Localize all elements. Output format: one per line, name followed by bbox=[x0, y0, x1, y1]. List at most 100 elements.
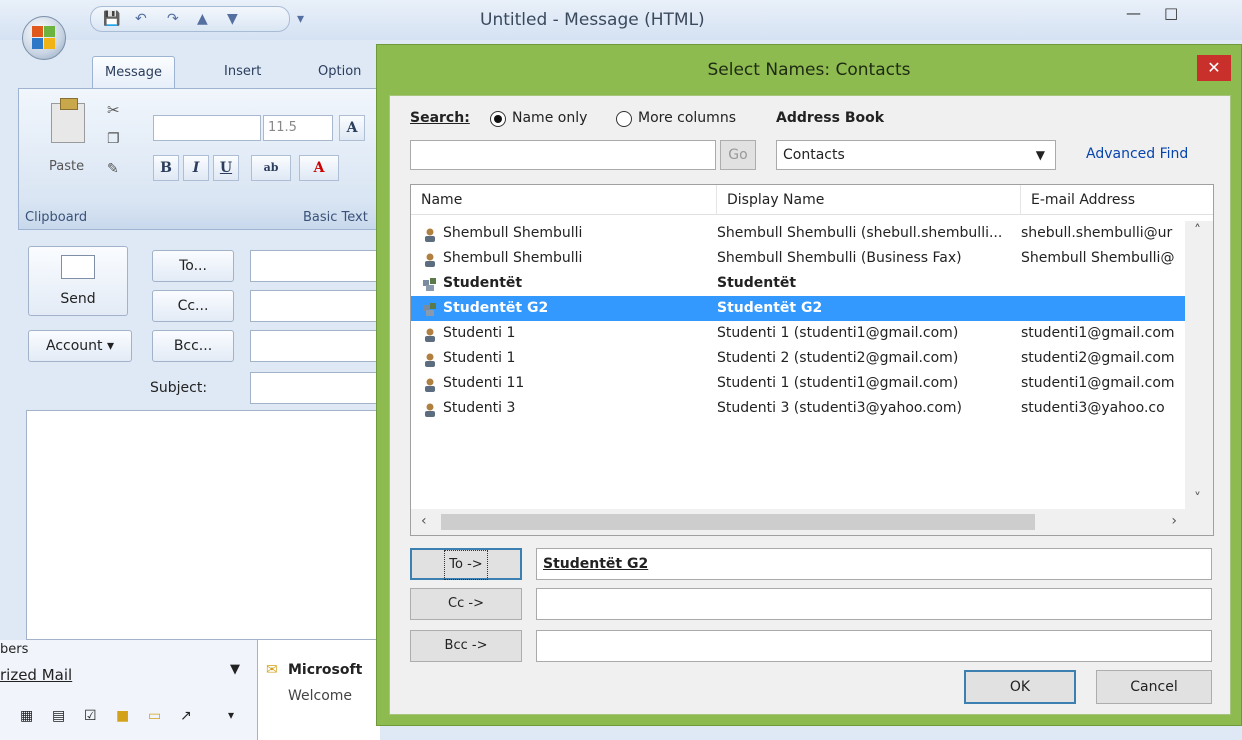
chevron-down-icon: ▾ bbox=[106, 338, 114, 354]
scroll-up-icon[interactable]: ˄ bbox=[1194, 223, 1201, 239]
to-recipient-button[interactable]: To -> bbox=[410, 548, 522, 580]
table-row[interactable]: Studentët G2 Studentët G2 bbox=[411, 296, 1185, 321]
redo-icon[interactable]: ↷ bbox=[167, 11, 179, 27]
cell-display: Studenti 2 (studenti2@gmail.com) bbox=[717, 350, 959, 366]
cell-email: studenti2@gmail.com bbox=[1021, 350, 1175, 366]
calendar-icon[interactable]: ▦ bbox=[20, 708, 33, 724]
dialog-title: Select Names: Contacts bbox=[707, 60, 911, 80]
cell-display: Studentët G2 bbox=[717, 300, 823, 316]
bcc-button[interactable]: Bcc... bbox=[152, 330, 234, 362]
table-row[interactable]: Studenti 1 Studenti 2 (studenti2@gmail.co… bbox=[411, 346, 1185, 371]
ok-button[interactable]: OK bbox=[964, 670, 1076, 704]
notes-icon[interactable]: ■ bbox=[116, 708, 129, 724]
dialog-body: Search: Name only More columns Address B… bbox=[389, 95, 1231, 715]
table-row[interactable]: Shembull Shembulli Shembull Shembulli (Bu… bbox=[411, 246, 1185, 271]
cell-display: Studentët bbox=[717, 275, 797, 291]
column-header-name[interactable]: Name bbox=[411, 185, 717, 215]
maximize-icon[interactable]: □ bbox=[1164, 4, 1178, 22]
table-header: Name Display Name E-mail Address bbox=[411, 185, 1213, 215]
table-row[interactable]: Studenti 3 Studenti 3 (studenti3@yahoo.co… bbox=[411, 396, 1185, 421]
folder-icon[interactable]: ▭ bbox=[148, 708, 161, 724]
account-label: Account bbox=[45, 338, 103, 354]
highlight-icon[interactable]: ab bbox=[251, 155, 291, 181]
horizontal-scroll-thumb[interactable] bbox=[441, 514, 1035, 530]
select-names-dialog: Select Names: Contacts ✕ Search: Name on… bbox=[376, 44, 1242, 726]
advanced-find-link[interactable]: Advanced Find bbox=[1086, 146, 1188, 162]
table-row[interactable]: Shembull Shembulli Shembull Shembulli (sh… bbox=[411, 221, 1185, 246]
shortcuts-icon[interactable]: ↗ bbox=[180, 708, 192, 724]
cell-name: Shembull Shembulli bbox=[443, 250, 583, 266]
minimize-icon[interactable]: — bbox=[1126, 4, 1141, 22]
send-button[interactable]: Send bbox=[28, 246, 128, 316]
cell-display: Shembull Shembulli (shebull.shembulli... bbox=[717, 225, 1003, 241]
contact-person-icon bbox=[423, 376, 437, 392]
folder-dropdown-icon[interactable]: ▼ bbox=[230, 662, 240, 677]
cut-icon[interactable]: ✂ bbox=[107, 101, 120, 119]
cell-name: Shembull Shembulli bbox=[443, 225, 583, 241]
name-only-label[interactable]: Name only bbox=[512, 110, 587, 126]
paste-label[interactable]: Paste bbox=[49, 159, 84, 174]
bcc-recipient-button[interactable]: Bcc -> bbox=[410, 630, 522, 662]
bold-icon[interactable]: B bbox=[153, 155, 179, 181]
to-button[interactable]: To... bbox=[152, 250, 234, 282]
mail-preview[interactable]: Welcome bbox=[288, 688, 352, 704]
mail-sender[interactable]: Microsoft bbox=[288, 662, 362, 678]
cell-display: Studenti 1 (studenti1@gmail.com) bbox=[717, 325, 959, 341]
tab-options[interactable]: Option bbox=[306, 56, 373, 88]
cc-recipients-field[interactable] bbox=[536, 588, 1212, 620]
font-size-box[interactable]: 11.5 bbox=[263, 115, 333, 141]
folder-item[interactable]: rized Mail bbox=[0, 666, 72, 684]
font-color-icon[interactable]: A bbox=[299, 155, 339, 181]
account-button[interactable]: Account ▾ bbox=[28, 330, 132, 362]
message-body[interactable] bbox=[26, 410, 398, 640]
clipboard-group-label: Clipboard bbox=[25, 210, 88, 225]
cc-recipient-button[interactable]: Cc -> bbox=[410, 588, 522, 620]
scroll-down-icon[interactable]: ˅ bbox=[1194, 491, 1201, 507]
horizontal-scrollbar[interactable]: ‹ › bbox=[411, 509, 1213, 535]
scroll-left-icon[interactable]: ‹ bbox=[421, 513, 427, 529]
address-book-select[interactable]: Contacts ▼ bbox=[776, 140, 1056, 170]
cc-button[interactable]: Cc... bbox=[152, 290, 234, 322]
office-button[interactable] bbox=[22, 16, 66, 60]
underline-icon[interactable]: U bbox=[213, 155, 239, 181]
contact-person-icon bbox=[423, 401, 437, 417]
table-row[interactable]: Studenti 11 Studenti 1 (studenti1@gmail.c… bbox=[411, 371, 1185, 396]
up-arrow-icon[interactable]: ▲ bbox=[197, 11, 208, 27]
bcc-recipients-field[interactable] bbox=[536, 630, 1212, 662]
paste-icon[interactable] bbox=[51, 98, 85, 143]
scroll-right-icon[interactable]: › bbox=[1171, 513, 1177, 529]
down-arrow-icon[interactable]: ▼ bbox=[227, 11, 238, 27]
undo-icon[interactable]: ↶ bbox=[135, 11, 147, 27]
customize-qat-icon[interactable]: ▾ bbox=[297, 11, 304, 27]
cell-name: Studenti 3 bbox=[443, 400, 516, 416]
go-button[interactable]: Go bbox=[720, 140, 756, 170]
ribbon: Paste ✂ ❐ ✎ Clipboard 11.5 A B I U ab A … bbox=[18, 88, 398, 230]
configure-buttons-icon[interactable]: ▾ bbox=[228, 708, 234, 722]
navigation-pane: bers rized Mail ▼ ▦ ▤ ☑ ■ ▭ ↗ ▾ bbox=[0, 640, 258, 740]
italic-icon[interactable]: I bbox=[183, 155, 209, 181]
grow-font-icon[interactable]: A bbox=[339, 115, 365, 141]
tab-insert[interactable]: Insert bbox=[212, 56, 273, 88]
close-icon[interactable]: ✕ bbox=[1197, 55, 1231, 81]
search-input[interactable] bbox=[410, 140, 716, 170]
cancel-button[interactable]: Cancel bbox=[1096, 670, 1212, 704]
vertical-scrollbar[interactable]: ˄ ˅ bbox=[1185, 221, 1213, 509]
more-columns-radio[interactable] bbox=[616, 111, 632, 127]
cell-email: Shembull Shembulli@ bbox=[1021, 250, 1175, 266]
column-header-email[interactable]: E-mail Address bbox=[1021, 185, 1213, 215]
save-icon[interactable]: 💾 bbox=[103, 11, 120, 27]
contact-person-icon bbox=[423, 251, 437, 267]
contacts-icon[interactable]: ▤ bbox=[52, 708, 65, 724]
table-row[interactable]: Studenti 1 Studenti 1 (studenti1@gmail.co… bbox=[411, 321, 1185, 346]
copy-icon[interactable]: ❐ bbox=[107, 131, 120, 147]
font-family-box[interactable] bbox=[153, 115, 261, 141]
tasks-icon[interactable]: ☑ bbox=[84, 708, 97, 724]
column-header-display-name[interactable]: Display Name bbox=[717, 185, 1021, 215]
name-only-radio[interactable] bbox=[490, 111, 506, 127]
table-row[interactable]: Studentët Studentët bbox=[411, 271, 1185, 296]
format-painter-icon[interactable]: ✎ bbox=[107, 161, 119, 177]
contacts-table: Name Display Name E-mail Address Shembul… bbox=[410, 184, 1214, 536]
more-columns-label[interactable]: More columns bbox=[638, 110, 736, 126]
tab-message[interactable]: Message bbox=[92, 56, 175, 88]
to-recipients-field[interactable]: Studentët G2 bbox=[536, 548, 1212, 580]
